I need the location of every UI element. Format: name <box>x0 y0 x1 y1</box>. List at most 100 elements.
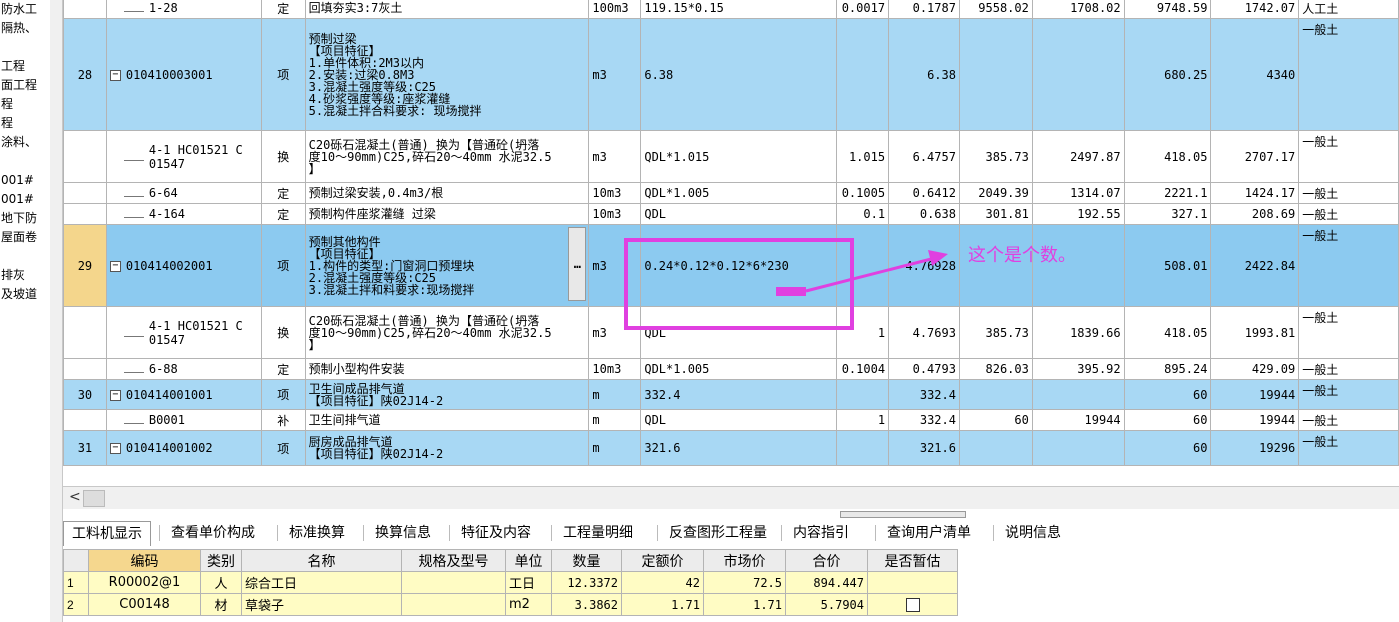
provisional-estimate-cell[interactable] <box>867 593 958 616</box>
code-cell[interactable]: 6-88 <box>105 358 262 380</box>
quantity[interactable]: 0.4793 <box>888 358 960 380</box>
left-tree-item[interactable]: 涂料、 <box>0 133 50 152</box>
amount[interactable]: 1839.66 <box>1031 306 1125 359</box>
quantity[interactable]: 0.638 <box>888 203 960 225</box>
quantity-expression[interactable]: QDL*1.005 <box>640 358 838 380</box>
collapse-toggle-icon[interactable]: − <box>109 69 121 81</box>
code-cell[interactable]: 1-28 <box>105 0 262 19</box>
left-tree-item[interactable]: 面工程 <box>0 76 50 95</box>
item-description[interactable]: 预制其他构件 【项目特征】 1.构件的类型:门窗洞口预埋块 2.混凝土强度等级:C25… <box>304 224 590 307</box>
unit-price[interactable] <box>958 379 1033 410</box>
column-header[interactable]: 规格及型号 <box>401 549 506 572</box>
composite-price[interactable]: 2221.1 <box>1123 182 1212 204</box>
composite-total[interactable]: 1424.17 <box>1210 182 1300 204</box>
quota-price[interactable]: 42 <box>621 571 704 594</box>
unit[interactable]: 10m3 <box>588 358 642 380</box>
composite-total[interactable]: 208.69 <box>1210 203 1300 225</box>
resource-kind[interactable]: 人 <box>200 571 242 594</box>
project-type[interactable]: 一般土 <box>1298 379 1399 410</box>
unit[interactable]: m3 <box>588 130 642 183</box>
item-description[interactable]: 回填夯实3:7灰土 <box>304 0 590 19</box>
tab-7[interactable]: 反查图形工程量 <box>661 521 775 545</box>
column-header[interactable]: 编码 <box>88 549 201 572</box>
tab-8[interactable]: 内容指引 <box>785 521 857 545</box>
composite-total[interactable]: 19944 <box>1210 379 1300 410</box>
coefficient[interactable]: 1.015 <box>836 130 890 183</box>
resource-unit[interactable]: 工日 <box>505 571 552 594</box>
collapse-toggle-icon[interactable]: − <box>109 443 121 454</box>
row-number[interactable]: 2 <box>63 593 89 616</box>
left-tree-item[interactable] <box>0 152 50 171</box>
amount[interactable] <box>1031 430 1125 466</box>
table-row[interactable]: B0001 补卫生间排气道 m QDL 1 332.4 60 19944 60 19944 一般土 <box>63 409 1399 431</box>
column-header[interactable]: 数量 <box>551 549 622 572</box>
composite-price[interactable]: 60 <box>1123 430 1212 466</box>
quota-price[interactable]: 1.71 <box>621 593 704 616</box>
resource-unit[interactable]: m2 <box>505 593 552 616</box>
column-header[interactable]: 定额价 <box>621 549 704 572</box>
code-cell[interactable]: 4-1 HC01521 C 01547 <box>105 130 262 183</box>
table-row[interactable]: 4-164 定预制构件座浆灌缝 过梁 10m3 QDL 0.1 0.638 301.81 19… <box>63 203 1399 225</box>
code-cell[interactable]: B0001 <box>105 409 262 431</box>
market-price[interactable]: 1.71 <box>703 593 786 616</box>
code-cell[interactable]: −010414002001 <box>105 224 262 307</box>
quantity-expression[interactable]: 321.6 <box>640 430 838 466</box>
unit-price[interactable] <box>958 18 1033 131</box>
composite-total[interactable]: 2422.84 <box>1210 224 1300 307</box>
project-type[interactable]: 一般土 <box>1298 130 1399 183</box>
table-row[interactable]: 28−010410003001 项预制过梁 【项目特征】 1.单件体积:2M3以内 2.… <box>63 18 1399 131</box>
column-header[interactable]: 类别 <box>200 549 242 572</box>
total-price[interactable]: 894.447 <box>785 571 868 594</box>
item-description[interactable]: 预制过梁 【项目特征】 1.单件体积:2M3以内 2.安装:过梁0.8M3 3.混凝土强… <box>304 18 590 131</box>
amount[interactable]: 192.55 <box>1031 203 1125 225</box>
project-type[interactable]: 人工土 <box>1298 0 1399 19</box>
item-description[interactable]: 预制过梁安装,0.4m3/根 <box>304 182 590 204</box>
item-description[interactable]: 预制小型构件安装 <box>304 358 590 380</box>
column-header[interactable] <box>63 549 89 572</box>
column-header[interactable]: 市场价 <box>703 549 786 572</box>
unit-price[interactable]: 60 <box>958 409 1033 431</box>
resource-code[interactable]: R00002@1 <box>88 571 201 594</box>
code-cell[interactable]: 6-64 <box>105 182 262 204</box>
panel-splitter[interactable] <box>840 511 966 518</box>
resource-code[interactable]: C00148 <box>88 593 201 616</box>
quantity-expression[interactable]: 6.38 <box>640 18 838 131</box>
unit[interactable]: m <box>588 379 642 410</box>
left-tree-item[interactable]: 程 <box>0 114 50 133</box>
coefficient[interactable] <box>836 379 890 410</box>
unit-price[interactable]: 385.73 <box>958 306 1033 359</box>
project-type[interactable]: 一般土 <box>1298 182 1399 204</box>
resource-name[interactable]: 草袋子 <box>241 593 402 616</box>
composite-price[interactable]: 327.1 <box>1123 203 1212 225</box>
table-row[interactable]: 1-28 定回填夯实3:7灰土 100m3 119.15*0.15 0.0017 0.17… <box>63 0 1399 19</box>
column-header[interactable]: 是否暂估 <box>867 549 958 572</box>
quantity[interactable]: 0.6412 <box>888 182 960 204</box>
quantity-expression[interactable]: 332.4 <box>640 379 838 410</box>
quantity[interactable]: 6.4757 <box>888 130 960 183</box>
coefficient[interactable]: 0.1 <box>836 203 890 225</box>
composite-total[interactable]: 19296 <box>1210 430 1300 466</box>
project-type[interactable]: 一般土 <box>1298 306 1399 359</box>
resource-spec[interactable] <box>401 593 506 616</box>
project-type[interactable]: 一般土 <box>1298 224 1399 307</box>
coefficient[interactable]: 0.1004 <box>836 358 890 380</box>
quantity[interactable]: 4.7693 <box>888 306 960 359</box>
resource-row[interactable]: 1 R00002@1 人综合工日 工日 12.3372 42 72.5 894.447 <box>63 571 958 594</box>
item-description[interactable]: 卫生间成品排气道 【项目特征】陕02J14-2 <box>304 379 590 410</box>
project-type[interactable]: 一般土 <box>1298 409 1399 431</box>
quantity[interactable]: 0.1787 <box>888 0 960 19</box>
collapse-toggle-icon[interactable]: − <box>109 389 121 401</box>
unit[interactable]: m <box>588 430 642 466</box>
resource-quantity[interactable]: 3.3862 <box>551 593 622 616</box>
unit-price[interactable] <box>958 430 1033 466</box>
item-description[interactable]: 厨房成品排气道 【项目特征】陕02J14-2 <box>304 430 590 466</box>
composite-total[interactable]: 4340 <box>1210 18 1300 131</box>
left-tree-item[interactable]: 屋面卷 <box>0 228 50 247</box>
quantity-expression[interactable]: QDL*1.005 <box>640 182 838 204</box>
scroll-left-arrow-icon[interactable]: < <box>69 489 81 505</box>
tab-3[interactable]: 标准换算 <box>281 521 353 545</box>
amount[interactable] <box>1031 18 1125 131</box>
unit-price[interactable]: 826.03 <box>958 358 1033 380</box>
composite-price[interactable]: 9748.59 <box>1123 0 1212 19</box>
composite-price[interactable]: 60 <box>1123 409 1212 431</box>
